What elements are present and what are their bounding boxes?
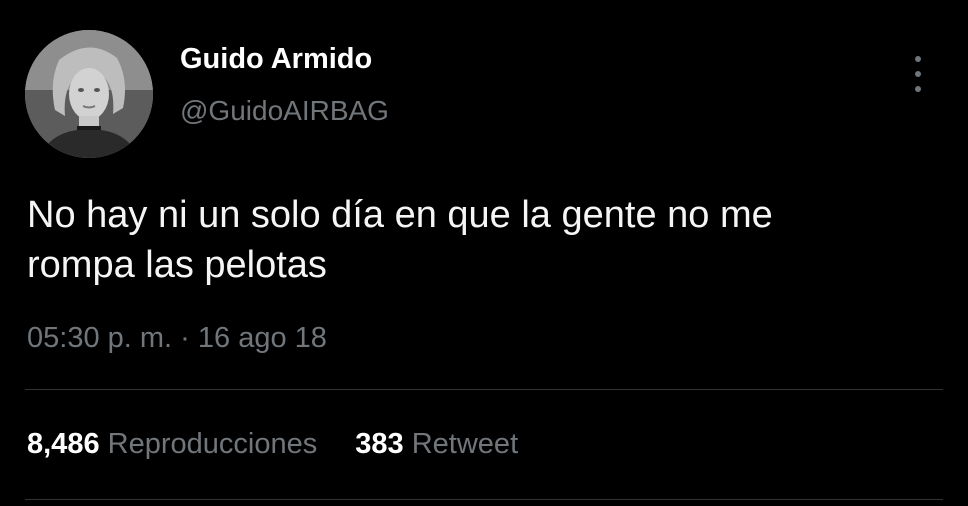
more-dot bbox=[915, 71, 921, 77]
views-count: 8,486 bbox=[27, 428, 100, 460]
retweets-label: Retweet bbox=[411, 428, 519, 460]
more-dot bbox=[915, 86, 921, 92]
retweets-count: 383 bbox=[355, 428, 404, 460]
more-dot bbox=[915, 56, 921, 62]
tweet-time: 05:30 p. m. bbox=[27, 322, 173, 354]
meta-separator: · bbox=[180, 322, 190, 354]
avatar[interactable] bbox=[25, 30, 153, 158]
author-handle[interactable]: @GuidoAIRBAG bbox=[180, 95, 389, 127]
divider bbox=[25, 499, 943, 500]
tweet-text-line: No hay ni un solo día en que la gente no… bbox=[27, 194, 773, 236]
tweet-date: 16 ago 18 bbox=[197, 322, 327, 354]
views-stat[interactable]: 8,486 Reproducciones bbox=[27, 428, 317, 461]
tweet-timestamp[interactable]: 05:30 p. m. · 16 ago 18 bbox=[27, 322, 327, 355]
tweet-stats: 8,486 Reproducciones 383 Retweet bbox=[27, 428, 548, 461]
views-label: Reproducciones bbox=[107, 428, 318, 460]
more-vertical-icon[interactable] bbox=[912, 56, 924, 92]
author-block: Guido Armido @GuidoAIRBAG bbox=[180, 42, 389, 127]
retweets-stat[interactable]: 383 Retweet bbox=[355, 428, 518, 461]
tweet-text-line: rompa las pelotas bbox=[27, 244, 327, 286]
author-display-name[interactable]: Guido Armido bbox=[180, 42, 389, 76]
avatar-photo bbox=[25, 30, 153, 158]
divider bbox=[25, 389, 943, 390]
tweet-text: No hay ni un solo día en que la gente no… bbox=[27, 190, 927, 290]
tweet-card: Guido Armido @GuidoAIRBAG No hay ni un s… bbox=[0, 0, 968, 506]
